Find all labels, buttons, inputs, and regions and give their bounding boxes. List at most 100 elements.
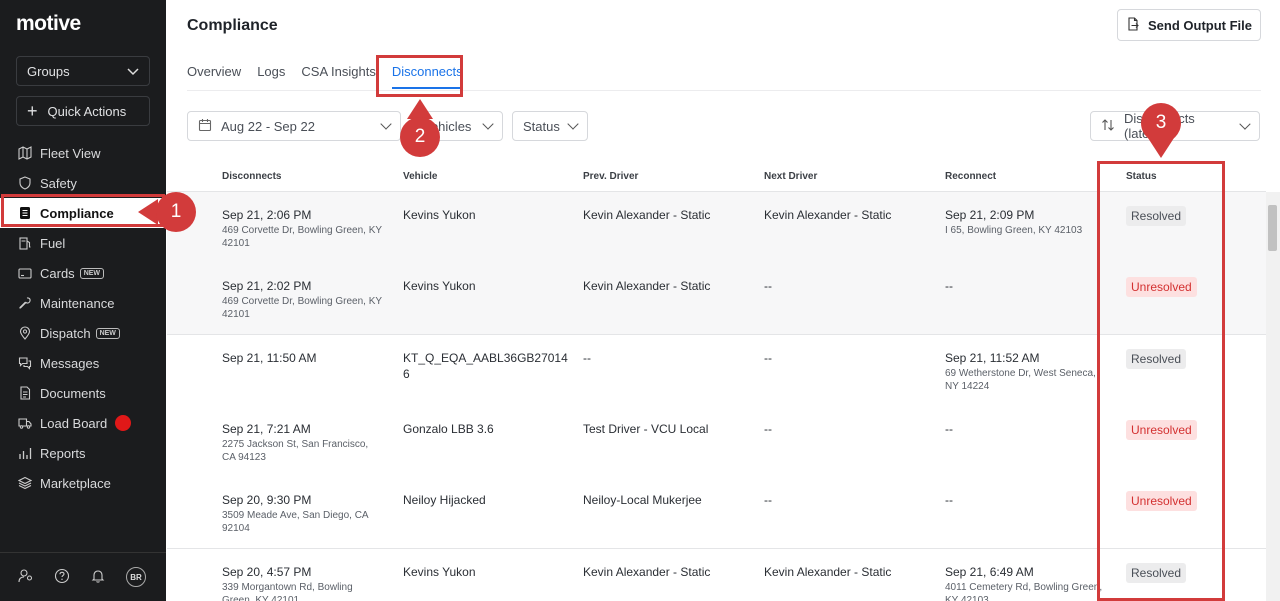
column-header-vehicle[interactable]: Vehicle <box>403 171 437 182</box>
tab-disconnects[interactable]: Disconnects <box>391 64 463 89</box>
callout-pointer <box>1148 138 1174 158</box>
bar-chart-icon <box>18 446 32 460</box>
sidebar-item-label: Messages <box>40 355 100 371</box>
reconnect-time: Sep 21, 11:52 AM <box>945 351 1040 365</box>
disconnect-address: 469 Corvette Dr, Bowling Green, KY 42101 <box>222 296 382 320</box>
user-settings-icon[interactable] <box>18 568 34 587</box>
sidebar-item-messages[interactable]: Messages <box>0 348 166 378</box>
vehicle-name[interactable]: Neiloy Hijacked <box>403 492 573 508</box>
vehicle-name[interactable]: Gonzalo LBB 3.6 <box>403 421 573 437</box>
wrench-icon <box>18 296 32 310</box>
document-icon <box>18 386 32 400</box>
disconnect-cell: Sep 21, 2:02 PM 469 Corvette Dr, Bowling … <box>222 278 392 321</box>
divider <box>187 90 1261 91</box>
sidebar-item-load-board[interactable]: Load Board <box>0 408 166 438</box>
column-header-status[interactable]: Status <box>1126 171 1157 182</box>
date-range-filter[interactable]: Aug 22 - Sep 22 <box>187 111 401 141</box>
vehicle-name[interactable]: Kevins Yukon <box>403 278 573 294</box>
table-row[interactable]: Sep 21, 7:21 AM 2275 Jackson St, San Fran… <box>167 406 1266 478</box>
prev-driver-cell: Neiloy-Local Mukerjee <box>583 492 753 508</box>
groups-dropdown[interactable]: Groups <box>16 56 150 86</box>
status-badge: Unresolved <box>1126 420 1197 440</box>
reconnect-address: I 65, Bowling Green, KY 42103 <box>945 225 1083 236</box>
next-driver-name: -- <box>764 279 772 293</box>
disconnect-time: Sep 21, 2:02 PM <box>222 279 312 293</box>
file-export-icon <box>1126 16 1148 34</box>
vehicle-name[interactable]: Kevins Yukon <box>403 207 573 223</box>
sidebar-item-safety[interactable]: Safety <box>0 168 166 198</box>
callout-badge-2: 2 <box>400 117 440 157</box>
vehicle-cell: KT_Q_EQA_AABL36GB270146 <box>403 350 573 382</box>
truck-icon <box>18 416 32 430</box>
map-icon <box>18 146 32 160</box>
motive-logo[interactable]: motive <box>16 12 81 36</box>
reconnect-cell: -- <box>945 278 1115 295</box>
vehicle-name[interactable]: KT_Q_EQA_AABL36GB270146 <box>403 350 573 382</box>
reconnect-time: -- <box>945 422 953 436</box>
column-header-next-driver[interactable]: Next Driver <box>764 171 817 182</box>
reconnect-address: 69 Wetherstone Dr, West Seneca, NY 14224 <box>945 368 1096 392</box>
prev-driver-cell: Kevin Alexander - Static <box>583 207 753 223</box>
column-header-reconnect[interactable]: Reconnect <box>945 171 996 182</box>
sidebar-item-label: Maintenance <box>40 295 115 311</box>
table-row[interactable]: Sep 20, 4:57 PM 339 Morgantown Rd, Bowlin… <box>167 549 1266 601</box>
table-row[interactable]: Sep 20, 9:30 PM 3509 Meade Ave, San Diego… <box>167 477 1266 549</box>
sidebar-item-label: Reports <box>40 445 86 461</box>
date-range-value: Aug 22 - Sep 22 <box>221 118 315 134</box>
next-driver-cell: -- <box>764 492 934 508</box>
sidebar-item-dispatch[interactable]: Dispatch NEW <box>0 318 166 348</box>
sidebar-item-marketplace[interactable]: Marketplace <box>0 468 166 498</box>
status-badge: Unresolved <box>1126 491 1197 511</box>
next-driver-name: -- <box>764 422 772 436</box>
sort-icon <box>1101 118 1115 135</box>
sidebar-item-cards[interactable]: Cards NEW <box>0 258 166 288</box>
sidebar-item-label: Marketplace <box>40 475 111 491</box>
status-badge: Unresolved <box>1126 277 1197 297</box>
new-badge: NEW <box>95 327 120 339</box>
new-badge: NEW <box>79 267 105 279</box>
sidebar-item-label: Load Board <box>40 415 108 431</box>
bell-icon[interactable] <box>90 568 106 587</box>
sidebar-item-reports[interactable]: Reports <box>0 438 166 468</box>
send-output-file-button[interactable]: Send Output File <box>1117 9 1261 41</box>
column-header-disconnects[interactable]: Disconnects <box>222 171 281 182</box>
table-row[interactable]: Sep 21, 11:50 AM KT_Q_EQA_AABL36GB270146-… <box>167 335 1266 407</box>
sidebar-item-label: Documents <box>40 385 106 401</box>
help-icon[interactable] <box>54 568 70 587</box>
tab-logs[interactable]: Logs <box>257 64 285 89</box>
disconnect-address: 469 Corvette Dr, Bowling Green, KY 42101 <box>222 225 382 249</box>
shield-icon <box>18 176 32 190</box>
vehicle-name[interactable]: Kevins Yukon <box>403 564 573 580</box>
vehicle-cell: Neiloy Hijacked <box>403 492 573 508</box>
disconnect-cell: Sep 20, 4:57 PM 339 Morgantown Rd, Bowlin… <box>222 564 392 601</box>
column-header-prev-driver[interactable]: Prev. Driver <box>583 171 638 182</box>
disconnect-cell: Sep 21, 11:50 AM <box>222 350 392 367</box>
sidebar-item-fleet-view[interactable]: Fleet View <box>0 138 166 168</box>
prev-driver-cell: -- <box>583 350 753 366</box>
disconnect-time: Sep 20, 4:57 PM <box>222 565 312 579</box>
quick-actions-button[interactable]: + Quick Actions <box>16 96 150 126</box>
sidebar-item-label: Dispatch <box>40 325 91 341</box>
status-filter[interactable]: Status <box>512 111 588 141</box>
next-driver-cell: -- <box>764 421 934 437</box>
vehicle-cell: Kevins Yukon <box>403 278 573 294</box>
vehicle-cell: Kevins Yukon <box>403 564 573 580</box>
sidebar-item-maintenance[interactable]: Maintenance <box>0 288 166 318</box>
scrollbar-track[interactable] <box>1266 192 1280 601</box>
chevron-down-icon <box>482 118 494 130</box>
vehicle-cell: Kevins Yukon <box>403 207 573 223</box>
avatar[interactable]: BR <box>126 567 146 587</box>
tab-csa-insights[interactable]: CSA Insights <box>301 64 375 89</box>
scrollbar-thumb[interactable] <box>1268 205 1277 251</box>
reconnect-cell: -- <box>945 492 1115 509</box>
sidebar-item-documents[interactable]: Documents <box>0 378 166 408</box>
table-row[interactable]: Sep 21, 2:06 PM 469 Corvette Dr, Bowling … <box>167 192 1266 264</box>
prev-driver-name: Test Driver - VCU Local <box>583 422 709 436</box>
reconnect-time: -- <box>945 493 953 507</box>
table-row[interactable]: Sep 21, 2:02 PM 469 Corvette Dr, Bowling … <box>167 263 1266 335</box>
disconnect-time: Sep 21, 2:06 PM <box>222 208 312 222</box>
reconnect-time: Sep 21, 6:49 AM <box>945 565 1034 579</box>
tab-overview[interactable]: Overview <box>187 64 241 89</box>
sidebar-item-fuel[interactable]: Fuel <box>0 228 166 258</box>
disconnect-address: 339 Morgantown Rd, Bowling Green, KY 421… <box>222 582 353 601</box>
